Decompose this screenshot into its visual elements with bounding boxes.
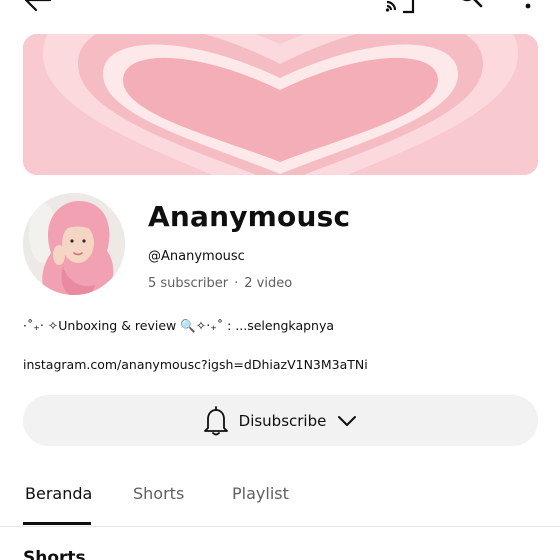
channel-tabs: Beranda Shorts Playlist	[0, 470, 560, 526]
subscribed-button[interactable]: Disubscribe	[23, 395, 538, 446]
active-tab-indicator	[23, 522, 91, 525]
search-icon[interactable]	[452, 0, 486, 14]
channel-name: Ananymousc	[148, 200, 351, 233]
description-text: ⋅˚₊‧ ✧Unboxing & review 🔍✧‧₊˚ :	[23, 318, 232, 333]
channel-handle: @Ananymousc	[148, 249, 245, 264]
description-more-link[interactable]: ...selengkapnya	[235, 318, 334, 333]
channel-stats: 5 subscriber · 2 video	[148, 276, 292, 291]
section-title-shorts: Shorts	[23, 548, 86, 560]
top-app-bar	[0, 0, 560, 14]
more-vert-icon[interactable]	[518, 0, 538, 14]
channel-link[interactable]: instagram.com/ananymousc?igsh=dDhiazV1N3…	[23, 357, 368, 372]
tab-playlist[interactable]: Playlist	[232, 484, 289, 503]
tabs-divider	[0, 526, 560, 527]
back-arrow-icon[interactable]	[22, 0, 54, 14]
chevron-down-icon	[336, 410, 358, 432]
video-count: 2 video	[244, 276, 293, 291]
cast-icon[interactable]	[383, 0, 417, 14]
subscribed-label: Disubscribe	[238, 411, 327, 430]
channel-banner	[23, 34, 538, 175]
avatar[interactable]	[23, 193, 125, 295]
tab-beranda[interactable]: Beranda	[25, 484, 92, 503]
subscriber-count: 5 subscriber	[148, 276, 229, 291]
tab-shorts[interactable]: Shorts	[133, 484, 184, 503]
channel-description[interactable]: ⋅˚₊‧ ✧Unboxing & review 🔍✧‧₊˚ : ...selen…	[23, 318, 334, 334]
bell-icon	[203, 405, 229, 436]
stats-separator: ·	[234, 276, 239, 291]
channel-page: Ananymousc @Ananymousc 5 subscriber · 2 vi…	[0, 0, 560, 560]
